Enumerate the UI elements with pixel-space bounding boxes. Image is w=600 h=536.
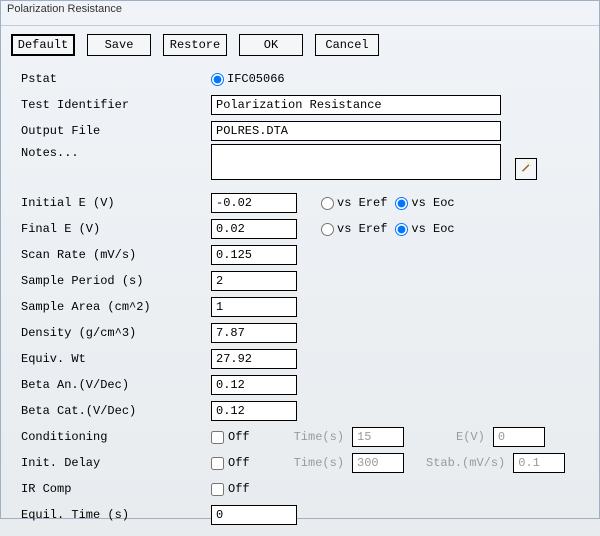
ir-comp-label: IR Comp bbox=[21, 482, 211, 496]
init-delay-label: Init. Delay bbox=[21, 456, 211, 470]
conditioning-time-label: Time(s) bbox=[294, 430, 344, 444]
init-delay-stab-label: Stab.(mV/s) bbox=[426, 456, 505, 470]
test-identifier-label: Test Identifier bbox=[21, 98, 211, 112]
output-file-label: Output File bbox=[21, 124, 211, 138]
equil-time-field[interactable] bbox=[211, 505, 297, 525]
final-e-vs-eoc-input[interactable] bbox=[395, 223, 408, 236]
pstat-label: Pstat bbox=[21, 72, 211, 86]
test-identifier-field[interactable] bbox=[211, 95, 501, 115]
beta-cat-field[interactable] bbox=[211, 401, 297, 421]
notes-edit-button[interactable] bbox=[515, 158, 537, 180]
wand-icon bbox=[520, 161, 532, 177]
final-e-vs-eoc-radio[interactable]: vs Eoc bbox=[395, 222, 454, 236]
initial-e-label: Initial E (V) bbox=[21, 196, 211, 210]
scan-rate-field[interactable] bbox=[211, 245, 297, 265]
ir-comp-checkbox[interactable]: Off bbox=[211, 482, 250, 496]
conditioning-check-input[interactable] bbox=[211, 431, 224, 444]
initial-e-field[interactable] bbox=[211, 193, 297, 213]
pstat-radio-input[interactable] bbox=[211, 73, 224, 86]
initial-e-vs-eoc-input[interactable] bbox=[395, 197, 408, 210]
equil-time-label: Equil. Time (s) bbox=[21, 508, 211, 522]
beta-an-field[interactable] bbox=[211, 375, 297, 395]
window-titlebar: Polarization Resistance bbox=[1, 1, 599, 26]
sample-area-field[interactable] bbox=[211, 297, 297, 317]
beta-cat-label: Beta Cat.(V/Dec) bbox=[21, 404, 211, 418]
notes-label: Notes... bbox=[21, 144, 211, 160]
window-title: Polarization Resistance bbox=[7, 3, 122, 15]
initial-e-vs-eoc-radio[interactable]: vs Eoc bbox=[395, 196, 454, 210]
save-button[interactable]: Save bbox=[87, 34, 151, 56]
final-e-field[interactable] bbox=[211, 219, 297, 239]
conditioning-time-field bbox=[352, 427, 404, 447]
pstat-option-text: IFC05066 bbox=[227, 72, 285, 86]
final-e-vs-eref-radio[interactable]: vs Eref bbox=[321, 222, 387, 236]
conditioning-ev-field bbox=[493, 427, 545, 447]
init-delay-time-label: Time(s) bbox=[294, 456, 344, 470]
init-delay-stab-field bbox=[513, 453, 565, 473]
initial-e-vs-eref-radio[interactable]: vs Eref bbox=[321, 196, 387, 210]
equiv-wt-label: Equiv. Wt bbox=[21, 352, 211, 366]
init-delay-checkbox[interactable]: Off bbox=[211, 456, 250, 470]
sample-period-label: Sample Period (s) bbox=[21, 274, 211, 288]
polarization-resistance-dialog: Polarization Resistance Default Save Res… bbox=[0, 0, 600, 519]
density-field[interactable] bbox=[211, 323, 297, 343]
notes-field[interactable] bbox=[211, 144, 501, 180]
scan-rate-label: Scan Rate (mV/s) bbox=[21, 248, 211, 262]
initial-e-vs-eref-input[interactable] bbox=[321, 197, 334, 210]
default-button[interactable]: Default bbox=[11, 34, 75, 56]
init-delay-check-input[interactable] bbox=[211, 457, 224, 470]
pstat-radio[interactable]: IFC05066 bbox=[211, 72, 285, 86]
final-e-label: Final E (V) bbox=[21, 222, 211, 236]
conditioning-checkbox[interactable]: Off bbox=[211, 430, 250, 444]
final-e-vs-eref-input[interactable] bbox=[321, 223, 334, 236]
equiv-wt-field[interactable] bbox=[211, 349, 297, 369]
beta-an-label: Beta An.(V/Dec) bbox=[21, 378, 211, 392]
conditioning-ev-label: E(V) bbox=[456, 430, 485, 444]
output-file-field[interactable] bbox=[211, 121, 501, 141]
ir-comp-check-input[interactable] bbox=[211, 483, 224, 496]
sample-period-field[interactable] bbox=[211, 271, 297, 291]
ok-button[interactable]: OK bbox=[239, 34, 303, 56]
form-body: Pstat IFC05066 Test Identifier Output Fi… bbox=[1, 62, 599, 536]
conditioning-label: Conditioning bbox=[21, 430, 211, 444]
toolbar: Default Save Restore OK Cancel bbox=[1, 26, 599, 62]
init-delay-time-field bbox=[352, 453, 404, 473]
restore-button[interactable]: Restore bbox=[163, 34, 227, 56]
cancel-button[interactable]: Cancel bbox=[315, 34, 379, 56]
sample-area-label: Sample Area (cm^2) bbox=[21, 300, 211, 314]
density-label: Density (g/cm^3) bbox=[21, 326, 211, 340]
